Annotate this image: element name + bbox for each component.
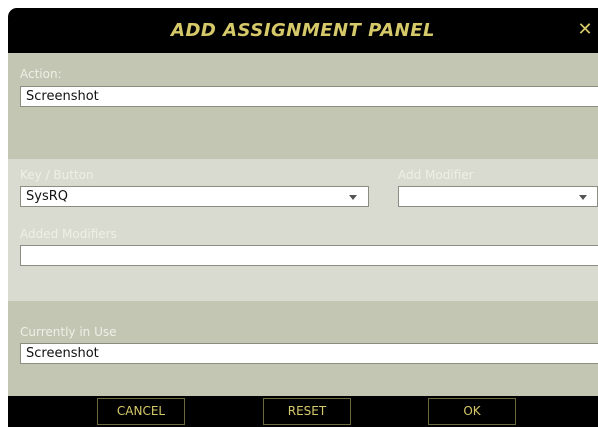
key-button-value: SysRQ — [26, 189, 68, 204]
currently-in-use-field: Screenshot — [20, 343, 598, 364]
button-bar: CANCEL RESET OK — [8, 396, 598, 427]
add-modifier-label: Add Modifier — [398, 168, 474, 182]
in-use-section: Currently in Use Screenshot — [8, 301, 598, 396]
reset-button[interactable]: RESET — [263, 398, 351, 425]
action-section: Action: Screenshot — [8, 53, 598, 159]
key-section: Key / Button SysRQ Add Modifier Added Mo… — [8, 159, 598, 301]
add-modifier-select[interactable] — [398, 186, 598, 207]
add-assignment-dialog: ADD ASSIGNMENT PANEL ✕ Action: Screensho… — [8, 8, 598, 427]
added-modifiers-label: Added Modifiers — [20, 227, 117, 241]
ok-button[interactable]: OK — [428, 398, 516, 425]
title-bar: ADD ASSIGNMENT PANEL ✕ — [8, 8, 598, 53]
cancel-button[interactable]: CANCEL — [97, 398, 185, 425]
chevron-down-icon — [349, 195, 357, 200]
close-icon[interactable]: ✕ — [576, 20, 594, 40]
action-label: Action: — [20, 67, 62, 81]
key-button-label: Key / Button — [20, 168, 94, 182]
dialog-title: ADD ASSIGNMENT PANEL — [171, 20, 435, 41]
action-field[interactable]: Screenshot — [20, 86, 598, 107]
added-modifiers-field[interactable] — [20, 245, 598, 266]
currently-in-use-label: Currently in Use — [20, 325, 117, 339]
chevron-down-icon — [579, 195, 587, 200]
key-button-select[interactable]: SysRQ — [20, 186, 369, 207]
